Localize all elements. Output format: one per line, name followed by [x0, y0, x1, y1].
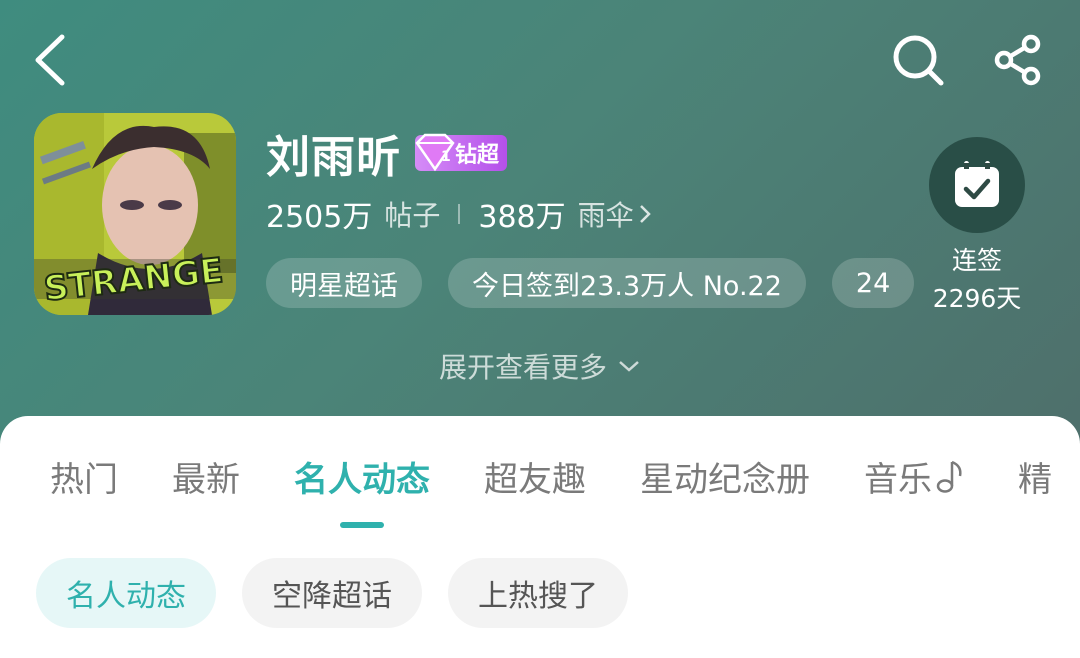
tab-latest-label: 最新 [172, 459, 240, 500]
topic-title-row: 刘雨昕 1 钻超 [266, 124, 508, 183]
music-note-icon [936, 460, 962, 493]
topic-tags: 明星超话 今日签到23.3万人 No.22 24 [266, 258, 920, 308]
avatar-image: STRANGE [34, 113, 236, 315]
fans-label[interactable]: 雨伞 [578, 194, 634, 234]
tab-star-album-label: 星动纪念册 [640, 459, 810, 500]
tab-super-fun-label: 超友趣 [484, 459, 586, 500]
fans-count[interactable]: 388万 [478, 192, 565, 236]
checkin-label: 连签 [951, 246, 1002, 275]
tab-bar: 热门 最新 名人动态 超友趣 星动纪念册 音乐 精 [50, 446, 1080, 528]
tab-star-album[interactable]: 星动纪念册 [640, 446, 810, 506]
active-tab-indicator [340, 522, 384, 528]
expand-label: 展开查看更多 [438, 351, 607, 384]
content-panel: 热门 最新 名人动态 超友趣 星动纪念册 音乐 精 名人动态 空降超话 上热搜了 [0, 416, 1080, 658]
chip-airdrop-topic[interactable]: 空降超话 [242, 558, 422, 628]
posts-label: 帖子 [384, 199, 441, 232]
tab-latest[interactable]: 最新 [172, 446, 240, 506]
tab-hot-label: 热门 [50, 459, 118, 500]
tab-celebrity-updates[interactable]: 名人动态 [294, 446, 430, 528]
posts-count: 2505万 [266, 200, 373, 235]
tab-music[interactable]: 音乐 [864, 446, 964, 506]
tab-featured[interactable]: 精 [1018, 446, 1052, 506]
svg-text:1: 1 [441, 149, 451, 165]
tab-celebrity-updates-label: 名人动态 [294, 459, 430, 500]
tab-featured-label: 精 [1018, 459, 1052, 500]
back-button[interactable] [22, 30, 78, 90]
chevron-right-icon [638, 203, 652, 225]
tag-celebrity-topic[interactable]: 明星超话 [266, 258, 422, 308]
chevron-left-icon [35, 34, 65, 86]
topic-stats: 2505万 帖子 388万 雨伞 [266, 192, 652, 236]
checkin-days: 2296天 [932, 284, 1022, 313]
topic-avatar[interactable]: STRANGE [34, 113, 236, 315]
super-badge[interactable]: 1 钻超 [415, 133, 508, 172]
share-button[interactable] [988, 30, 1048, 90]
topic-header: STRANGE 刘雨昕 1 钻超 2505万 帖子 388万 雨伞 明星超话 今… [0, 0, 1080, 460]
chevron-down-icon [619, 361, 639, 372]
tag-checkin-today[interactable]: 今日签到23.3万人 No.22 [448, 258, 806, 308]
calendar-check-icon [955, 161, 999, 207]
tab-hot[interactable]: 热门 [50, 446, 118, 506]
badge-label: 钻超 [455, 143, 500, 168]
diamond-icon: 1 [415, 133, 455, 172]
tab-music-label: 音乐 [864, 459, 932, 500]
checkin-button[interactable]: 连签 2296天 [929, 137, 1025, 315]
filter-chips: 名人动态 空降超话 上热搜了 [36, 558, 628, 628]
chip-trending[interactable]: 上热搜了 [448, 558, 628, 628]
tag-more[interactable]: 24 [831, 258, 915, 308]
search-icon [893, 35, 944, 86]
stats-divider [458, 204, 461, 224]
search-button[interactable] [888, 30, 948, 90]
checkin-circle [929, 137, 1025, 233]
share-icon [994, 34, 1041, 86]
expand-more-button[interactable]: 展开查看更多 [0, 346, 1080, 386]
tab-super-fun[interactable]: 超友趣 [484, 446, 586, 506]
chip-celebrity-updates[interactable]: 名人动态 [36, 558, 216, 628]
topic-name: 刘雨昕 [266, 132, 401, 183]
